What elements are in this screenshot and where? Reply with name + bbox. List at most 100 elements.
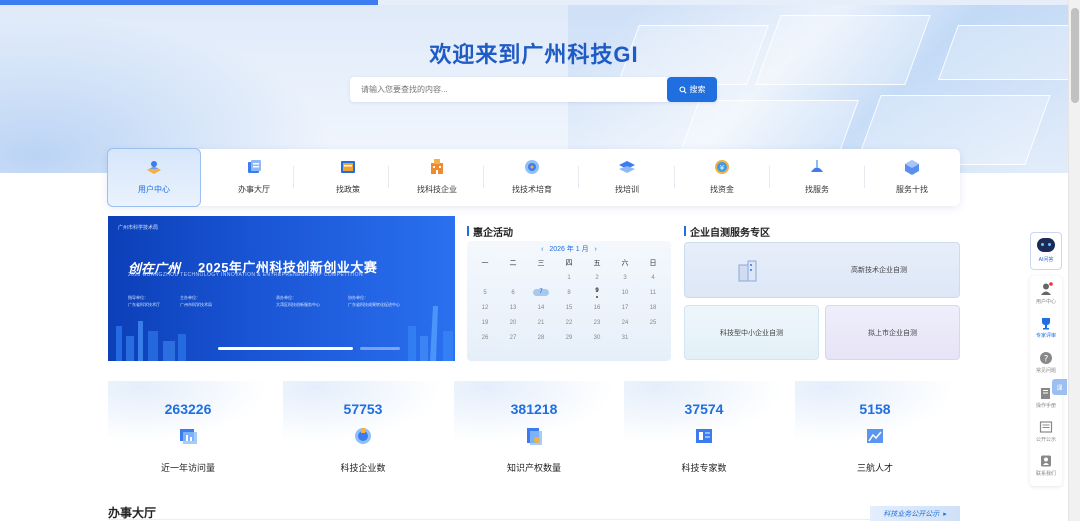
nav-label: 找服务 [805, 185, 829, 194]
calendar-day[interactable]: 25 [639, 320, 667, 326]
calendar-day[interactable]: 30 [583, 335, 611, 341]
search-input[interactable] [350, 77, 666, 102]
nav-divider [483, 166, 484, 188]
calendar-day[interactable]: 24 [611, 320, 639, 326]
calendar-day[interactable]: 21 [527, 320, 555, 326]
calendar-day[interactable]: 27 [499, 335, 527, 341]
calendar-day[interactable]: 12 [471, 305, 499, 311]
nav-user-center[interactable]: 用户中心 [107, 148, 201, 207]
calendar-day[interactable]: 23 [583, 320, 611, 326]
calendar-day[interactable]: 31 [611, 335, 639, 341]
high-tech-self-test-card[interactable]: 高新技术企业自测 [684, 242, 960, 298]
competition-banner[interactable]: 广州市科学技术局 创在广州 2025年广州科技创新创业大赛 2025 GUANG… [108, 216, 455, 361]
stat-label: 科技专家数 [681, 463, 727, 473]
calendar-day[interactable]: 4 [639, 275, 667, 281]
svg-text:¥: ¥ [720, 164, 725, 172]
calendar-day[interactable]: 3 [611, 275, 639, 281]
sme-self-test-card[interactable]: 科技型中小企业自测 [684, 305, 819, 360]
ai-qa-button[interactable]: AI问答 [1030, 232, 1062, 270]
calendar-day[interactable]: 8 [555, 290, 583, 296]
calendar-day[interactable]: 14 [527, 305, 555, 311]
scrollbar-thumb[interactable] [1071, 8, 1079, 103]
stat-talent: 5158 三航人才 [795, 381, 955, 476]
calendar-day[interactable]: 5 [471, 290, 499, 296]
side-item-label: 常见问题 [1035, 368, 1056, 374]
calendar-week-row: 26 27 28 29 30 31 [471, 330, 667, 345]
stat-ip: 381218 知识产权数量 [454, 381, 614, 476]
nav-tech-cultivation[interactable]: 找技术培育 [485, 149, 579, 206]
nav-policy[interactable]: 找政策 [301, 149, 395, 206]
tech-enterprise-icon [427, 157, 447, 177]
nav-label: 用户中心 [138, 185, 170, 194]
calendar-grid: 一二三四五六日 1 2 3 4 5 6 7 8 9 10 11 12 13 14 15 16 17 18 19 20 21… [471, 255, 667, 345]
calendar-week-row: 1234 [471, 270, 667, 285]
calendar-day[interactable]: 20 [499, 320, 527, 326]
side-item-expert-review[interactable]: 专家评审 [1030, 312, 1062, 342]
nav-funding[interactable]: ¥ 找资金 [675, 149, 769, 206]
calendar-day[interactable]: 7 [527, 289, 555, 296]
calendar-day[interactable]: 1 [555, 275, 583, 281]
self-test-heading: 企业自测服务专区 [684, 224, 770, 239]
calendar-day[interactable]: 6 [499, 290, 527, 296]
self-test-label: 高新技术企业自测 [851, 267, 907, 274]
calendar-weekday: 三 [537, 259, 545, 267]
talent-icon [867, 429, 883, 443]
page-scrollbar[interactable] [1068, 0, 1080, 521]
calendar-day[interactable]: 28 [527, 335, 555, 341]
nav-tech-enterprise[interactable]: 找科技企业 [390, 149, 484, 206]
side-item-label: 专家评审 [1035, 333, 1056, 339]
nav-training[interactable]: 找培训 [580, 149, 674, 206]
floating-side-panel: AI问答 用户中心 专家评审 ? 常见问题 操作手册 公开公示 联系我们 [1030, 232, 1062, 492]
calendar-day[interactable]: 13 [499, 305, 527, 311]
question-icon: ? [1040, 352, 1052, 365]
policy-icon [338, 157, 358, 177]
calendar-weekday: 一 [481, 259, 489, 267]
ipo-self-test-card[interactable]: 拟上市企业自测 [825, 305, 960, 360]
calendar-day[interactable]: 10 [611, 290, 639, 296]
side-item-faq[interactable]: ? 常见问题 [1030, 347, 1062, 377]
calendar-day[interactable]: 16 [583, 305, 611, 311]
stat-value: 381218 [510, 401, 558, 417]
calendar-day[interactable]: 9 [583, 287, 611, 298]
activity-calendar: ‹ 2026 年 1 月 › 一二三四五六日 1 2 3 4 5 6 7 8 9 10 11 12 13 1… [467, 241, 671, 361]
carousel-indicator[interactable] [360, 347, 400, 350]
calendar-day[interactable]: 15 [555, 305, 583, 311]
nav-service[interactable]: 找服务 [770, 149, 864, 206]
calendar-day[interactable]: 19 [471, 320, 499, 326]
carousel-indicator-active[interactable] [218, 347, 353, 350]
quick-nav: 用户中心 办事大厅 找政策 找科技企业 找技术培育 找培训 ¥ 找资金 找服务 … [107, 148, 960, 207]
calendar-day[interactable]: 22 [555, 320, 583, 326]
self-test-label: 拟上市企业自测 [868, 329, 917, 337]
search-button[interactable]: 搜索 [667, 77, 717, 102]
side-item-user-center[interactable]: 用户中心 [1030, 278, 1062, 308]
nav-divider [388, 166, 389, 188]
public-notice-button[interactable]: 科技业务公开公示 ▸ [870, 506, 960, 521]
nav-label: 办事大厅 [238, 185, 270, 194]
contact-icon [1041, 455, 1051, 467]
side-item-contact[interactable]: 联系我们 [1030, 450, 1062, 480]
calendar-day[interactable]: 17 [611, 305, 639, 311]
calendar-day[interactable]: 29 [555, 335, 583, 341]
building-icon [738, 260, 757, 282]
training-icon [617, 157, 637, 177]
ai-qa-label: AI问答 [1038, 257, 1054, 263]
calendar-day[interactable]: 2 [583, 275, 611, 281]
nav-ten-services[interactable]: 服务十找 [865, 149, 959, 206]
funding-icon: ¥ [712, 157, 732, 177]
side-item-notice[interactable]: 公开公示 [1030, 416, 1062, 446]
ten-services-icon [902, 157, 922, 177]
side-collapse-tab[interactable]: 课 [1052, 379, 1067, 395]
calendar-day[interactable]: 18 [639, 305, 667, 311]
banner-subtitle: 2025 GUANGZHOU TECHNOLOGY INNOVATION & E… [128, 272, 363, 278]
calendar-prev-button[interactable]: ‹ [541, 246, 543, 253]
banner-org: 广州市科学技术局 [118, 225, 159, 231]
search-box [350, 77, 717, 102]
calendar-day[interactable]: 11 [639, 290, 667, 296]
stat-value: 5158 [859, 401, 891, 417]
calendar-day[interactable]: 26 [471, 335, 499, 341]
calendar-next-button[interactable]: › [595, 246, 597, 253]
ip-count-icon [527, 428, 542, 445]
stat-value: 37574 [684, 401, 724, 417]
stat-label: 近一年访问量 [160, 463, 215, 473]
nav-service-hall[interactable]: 办事大厅 [207, 149, 301, 206]
